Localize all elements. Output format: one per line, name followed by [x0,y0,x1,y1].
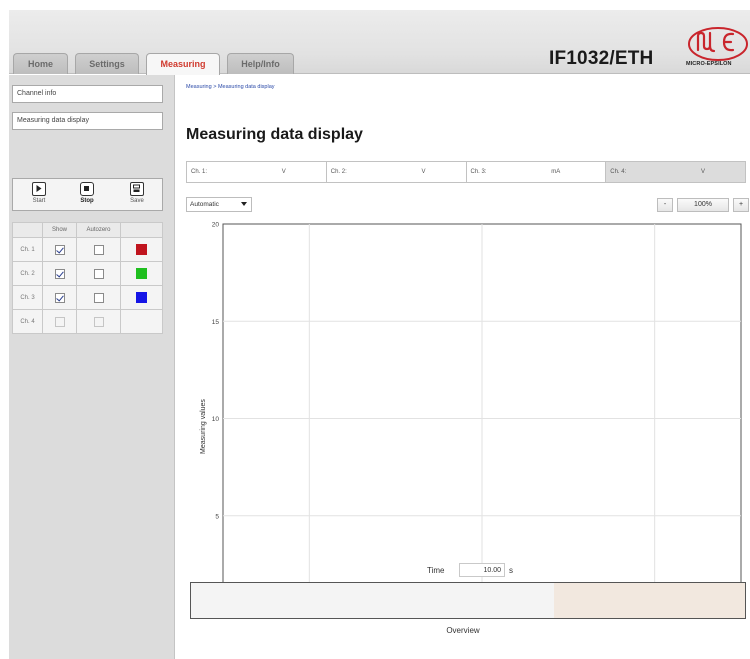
scale-mode-value: Automatic [190,201,219,208]
table-header-show: Show [42,222,77,238]
channel-name: Ch. 1: [191,169,208,175]
tab-settings[interactable]: Settings [75,53,139,74]
zoom-in-button[interactable]: + [733,198,749,212]
channel-value-ch3: Ch. 3: mA [466,162,607,182]
sidebar: Channel info Measuring data display Star… [9,75,175,659]
header: Home Settings Measuring Help/Info IF1032… [9,10,750,75]
channel-unit: V [421,169,426,175]
time-input[interactable] [459,563,505,577]
channel-table: Show Autozero Ch. 1 Ch. 2 Ch. 3 Ch. 4 [12,222,163,334]
y-tick-label: 15 [212,319,220,326]
autozero-checkbox-ch4 [93,316,104,327]
channel-name: Ch. 3: [470,169,487,175]
app-window: Home Settings Measuring Help/Info IF1032… [9,10,750,659]
y-tick-label: 20 [212,222,220,229]
autozero-checkbox-ch1[interactable] [93,244,104,255]
zoom-out-button[interactable]: - [657,198,673,212]
autozero-checkbox-ch3[interactable] [93,292,104,303]
y-axis-label: Measuring values [200,399,207,454]
color-swatch-ch3[interactable] [136,292,147,303]
channel-values-bar: Ch. 1: V Ch. 2: V Ch. 3: mA Ch. 4: V [186,161,746,183]
tab-home[interactable]: Home [13,53,68,74]
logo-text: MICRO-EPSILON [686,61,732,67]
channel-value-ch1: Ch. 1: V [187,162,327,182]
channel-value-ch2: Ch. 2: V [326,162,467,182]
time-label: Time [427,566,445,575]
table-row: Ch. 3 [12,285,163,310]
color-swatch-ch4-empty [120,309,163,334]
play-icon [32,182,46,196]
save-icon [130,182,144,196]
show-checkbox-ch1[interactable] [54,244,65,255]
page-title: Measuring data display [186,126,363,143]
channel-label: Ch. 1 [12,237,43,262]
show-checkbox-ch3[interactable] [54,292,65,303]
product-name: IF1032/ETH [549,48,654,69]
channel-label: Ch. 3 [12,285,43,310]
y-tick-label: 10 [212,416,220,423]
table-header-blank [12,222,43,238]
stop-label: Stop [80,198,94,204]
overview-window[interactable] [553,583,745,618]
chevron-down-icon [241,202,247,206]
table-row: Ch. 1 [12,237,163,262]
channel-table-header: Show Autozero [12,222,163,238]
table-header-color [120,222,163,238]
show-checkbox-ch4 [54,316,65,327]
table-header-autozero: Autozero [76,222,121,238]
tab-measuring[interactable]: Measuring [146,53,220,75]
main-content: Measuring > Measuring data display Measu… [176,75,750,659]
channel-unit: V [700,169,705,175]
scale-mode-select[interactable]: Automatic [186,197,252,212]
channel-unit: mA [551,169,561,175]
y-tick-label: 5 [215,513,219,520]
tab-help-info[interactable]: Help/Info [227,53,294,74]
sidebar-item-channel-info[interactable]: Channel info [12,85,163,103]
stop-icon [80,182,94,196]
autozero-checkbox-ch2[interactable] [93,268,104,279]
show-checkbox-ch2[interactable] [54,268,65,279]
table-row: Ch. 2 [12,261,163,286]
channel-label: Ch. 4 [12,309,43,334]
time-unit: s [509,566,513,575]
save-button[interactable]: Save [119,182,155,204]
start-button[interactable]: Start [21,182,57,204]
color-swatch-ch1[interactable] [136,244,147,255]
channel-unit: V [281,169,286,175]
channel-name: Ch. 4: [610,169,627,175]
channel-value-ch4: Ch. 4: V [606,162,745,182]
save-label: Save [130,198,144,204]
overview-label: Overview [446,626,480,635]
start-label: Start [32,198,46,204]
playback-controls: Start Stop Save [12,178,163,211]
channel-label: Ch. 2 [12,261,43,286]
breadcrumb[interactable]: Measuring > Measuring data display [186,84,275,90]
measuring-chart[interactable]: 05101520-00:00:07-00:00:04-00:00:01Measu… [176,215,750,590]
sidebar-item-measuring-data-display[interactable]: Measuring data display [12,112,163,130]
channel-name: Ch. 2: [330,169,347,175]
color-swatch-ch2[interactable] [136,268,147,279]
stop-button[interactable]: Stop [69,182,105,204]
table-row: Ch. 4 [12,309,163,334]
zoom-level: 100% [677,198,729,212]
overview-chart[interactable] [190,582,746,619]
